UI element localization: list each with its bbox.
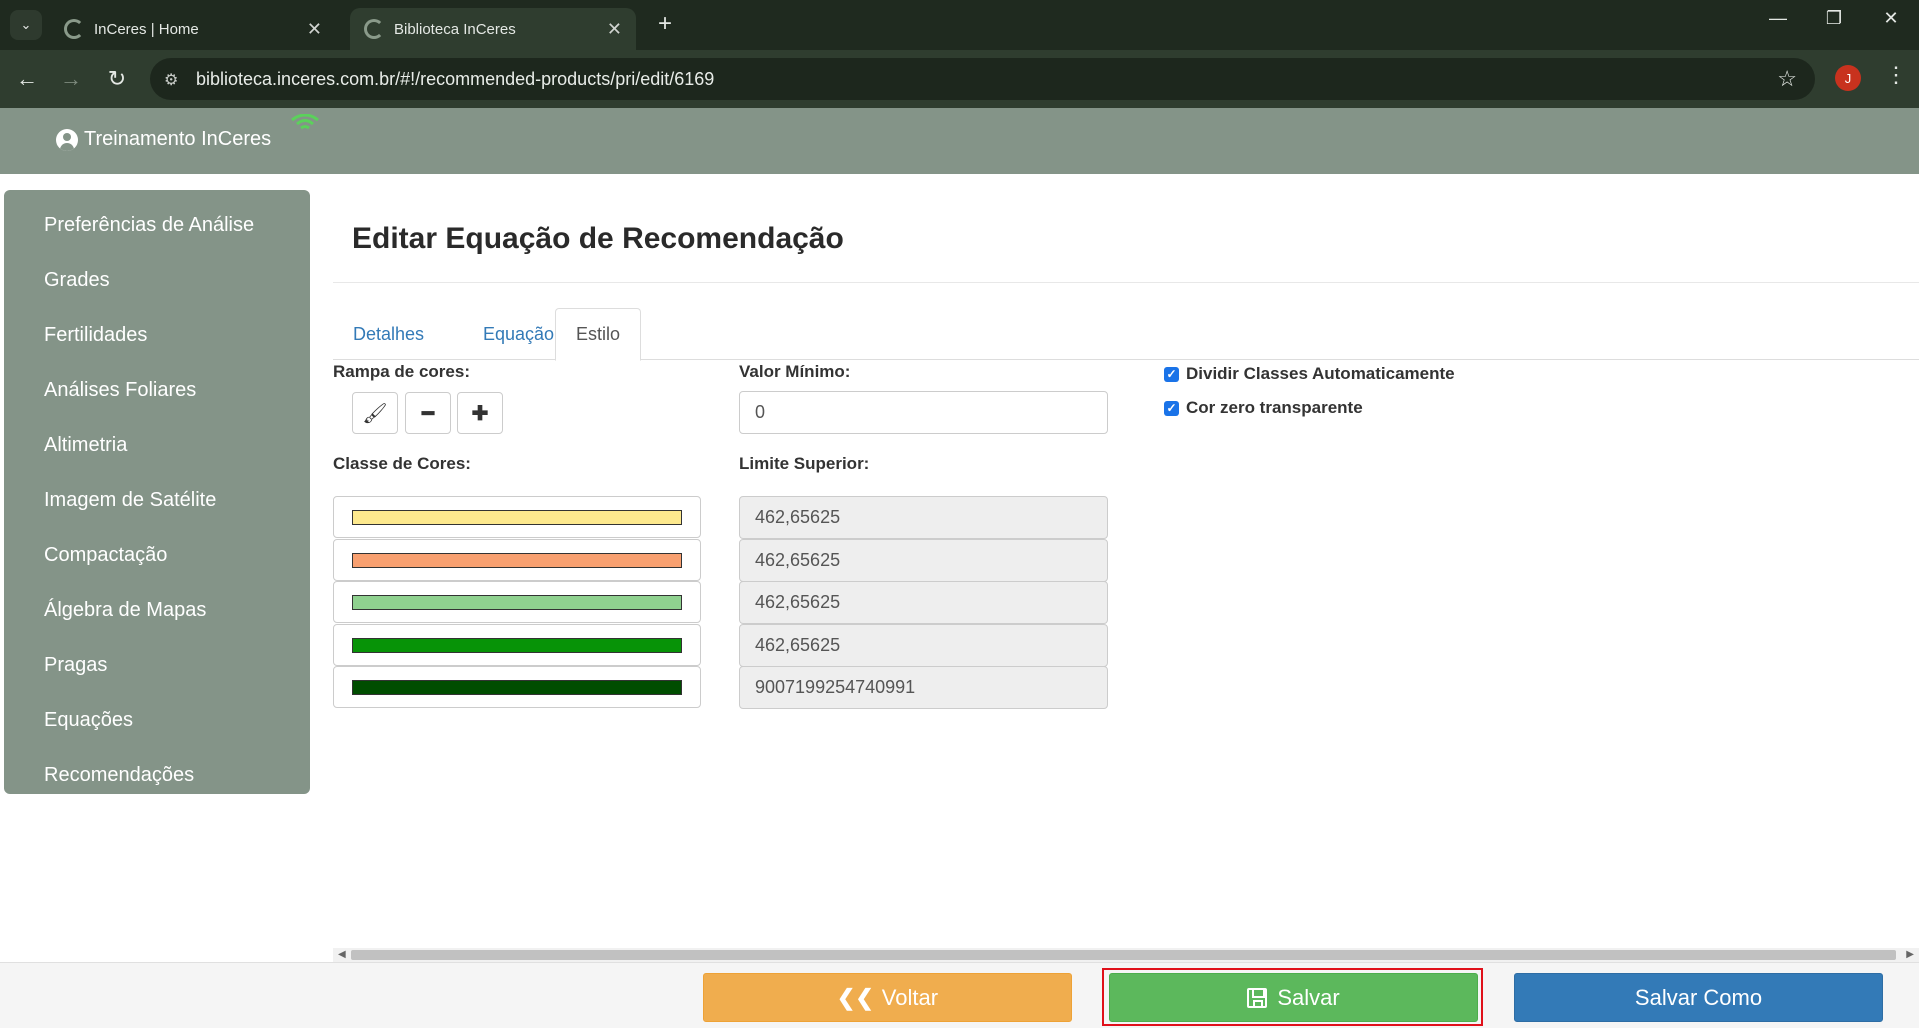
add-class-button[interactable]: ✚: [457, 392, 503, 434]
minimize-icon[interactable]: —: [1758, 8, 1798, 29]
scroll-right-icon[interactable]: ▶: [1906, 949, 1914, 960]
address-bar: ← → ↻ ⚙ biblioteca.inceres.com.br/#!/rec…: [0, 50, 1919, 108]
color-class-row[interactable]: [333, 581, 701, 623]
user-name: Treinamento InCeres: [84, 128, 272, 150]
sidebar-item-preferencias[interactable]: Preferências de Análise: [4, 198, 310, 253]
color-swatch[interactable]: [352, 638, 682, 653]
scroll-left-icon[interactable]: ◀: [338, 949, 346, 960]
connection-status-icon: [291, 114, 319, 130]
checkbox-label: Dividir Classes Automaticamente: [1186, 364, 1455, 383]
app-header: Treinamento InCeres: [0, 108, 1919, 174]
color-swatch[interactable]: [352, 680, 682, 695]
divider: [333, 282, 1919, 283]
sidebar-item-fertilidades[interactable]: Fertilidades: [4, 308, 310, 363]
upper-limit-field: 462,65625: [739, 539, 1108, 582]
footer-bar: ❮❮ Voltar Salvar Salvar Como: [0, 962, 1919, 1028]
new-tab-plus-icon[interactable]: +: [650, 10, 680, 38]
double-chevron-left-icon: ❮❮: [836, 984, 874, 1010]
upper-limit-field: 462,65625: [739, 581, 1108, 624]
upper-limit-field: 9007199254740991: [739, 666, 1108, 709]
min-value-label: Valor Mínimo:: [739, 362, 851, 381]
tab-search-button[interactable]: ⌄: [10, 10, 42, 40]
upper-limit-field: 462,65625: [739, 624, 1108, 667]
color-swatch[interactable]: [352, 553, 682, 568]
page-title: Editar Equação de Recomendação: [352, 222, 844, 255]
sidebar-item-equacoes[interactable]: Equações: [4, 693, 310, 748]
profile-avatar[interactable]: J: [1835, 65, 1861, 91]
user-menu[interactable]: Treinamento InCeres: [56, 128, 271, 151]
close-icon[interactable]: ✕: [307, 19, 322, 40]
min-value-input[interactable]: 0: [739, 391, 1108, 434]
auto-divide-checkbox[interactable]: ✓ Dividir Classes Automaticamente: [1164, 364, 1455, 384]
minus-icon: ━: [421, 402, 435, 425]
tab-title: InCeres | Home: [94, 20, 199, 38]
back-label: Voltar: [881, 984, 939, 1010]
save-button-highlight: [1102, 968, 1483, 1026]
window-close-icon[interactable]: ✕: [1871, 8, 1911, 29]
scrollbar-thumb[interactable]: [351, 950, 1896, 960]
forward-arrow-icon[interactable]: →: [56, 64, 86, 94]
user-circle-icon: [56, 128, 78, 151]
remove-class-button[interactable]: ━: [405, 392, 451, 434]
sidebar-item-imagem-satelite[interactable]: Imagem de Satélite: [4, 473, 310, 528]
inceres-favicon-icon: [64, 19, 84, 39]
paintbrush-button[interactable]: 🖌: [352, 392, 398, 434]
checkmark-icon[interactable]: ✓: [1164, 366, 1179, 382]
save-as-button[interactable]: Salvar Como: [1514, 973, 1883, 1022]
checkbox-label: Cor zero transparente: [1186, 398, 1363, 417]
sidebar-item-analises-foliares[interactable]: Análises Foliares: [4, 363, 310, 418]
chevron-down-icon: ⌄: [20, 17, 32, 32]
back-button[interactable]: ❮❮ Voltar: [703, 973, 1072, 1022]
sidebar-item-compactacao[interactable]: Compactação: [4, 528, 310, 583]
sidebar-item-algebra-mapas[interactable]: Álgebra de Mapas: [4, 583, 310, 638]
sidebar-item-altimetria[interactable]: Altimetria: [4, 418, 310, 473]
color-class-row[interactable]: [333, 539, 701, 581]
sidebar-menu: Preferências de Análise Grades Fertilida…: [4, 190, 310, 794]
color-class-row[interactable]: [333, 624, 701, 666]
color-swatch[interactable]: [352, 595, 682, 610]
url-field[interactable]: ⚙ biblioteca.inceres.com.br/#!/recommend…: [150, 58, 1815, 100]
close-icon[interactable]: ✕: [607, 19, 622, 40]
color-class-row[interactable]: [333, 496, 701, 538]
horizontal-scrollbar[interactable]: ◀ ▶: [333, 948, 1919, 962]
bookmark-star-icon[interactable]: ☆: [1777, 66, 1797, 92]
sidebar-item-recomendacoes[interactable]: Recomendações: [4, 748, 310, 803]
sidebar-item-pragas[interactable]: Pragas: [4, 638, 310, 693]
browser-tab-home[interactable]: InCeres | Home ✕: [50, 8, 336, 50]
back-arrow-icon[interactable]: ←: [12, 64, 42, 94]
tab-title: Biblioteca InCeres: [394, 20, 516, 38]
browser-tab-biblioteca[interactable]: Biblioteca InCeres ✕: [350, 8, 636, 50]
reload-icon[interactable]: ↻: [102, 64, 132, 94]
plus-icon: ✚: [471, 402, 489, 425]
content-tabs: Detalhes Equação Estilo: [333, 308, 1919, 361]
checkmark-icon[interactable]: ✓: [1164, 400, 1179, 416]
browser-tab-bar: ⌄ InCeres | Home ✕ Biblioteca InCeres ✕ …: [0, 0, 1919, 50]
upper-limit-field: 462,65625: [739, 496, 1108, 539]
site-settings-icon[interactable]: ⚙: [164, 70, 178, 90]
sidebar-item-grades[interactable]: Grades: [4, 253, 310, 308]
inceres-favicon-icon: [364, 19, 384, 39]
save-as-label: Salvar Como: [1634, 984, 1763, 1010]
browser-menu-icon[interactable]: ⋮: [1885, 62, 1907, 88]
color-ramp-label: Rampa de cores:: [333, 362, 470, 381]
color-class-label: Classe de Cores:: [333, 454, 471, 473]
tab-estilo[interactable]: Estilo: [555, 308, 642, 361]
url-text: biblioteca.inceres.com.br/#!/recommended…: [196, 68, 715, 89]
color-class-row[interactable]: [333, 666, 701, 708]
tab-detalhes[interactable]: Detalhes: [333, 308, 444, 360]
restore-icon[interactable]: ❐: [1814, 8, 1854, 29]
zero-transparent-checkbox[interactable]: ✓ Cor zero transparente: [1164, 398, 1363, 418]
paintbrush-icon: 🖌: [362, 402, 388, 425]
upper-limit-label: Limite Superior:: [739, 454, 870, 473]
color-swatch[interactable]: [352, 510, 682, 525]
